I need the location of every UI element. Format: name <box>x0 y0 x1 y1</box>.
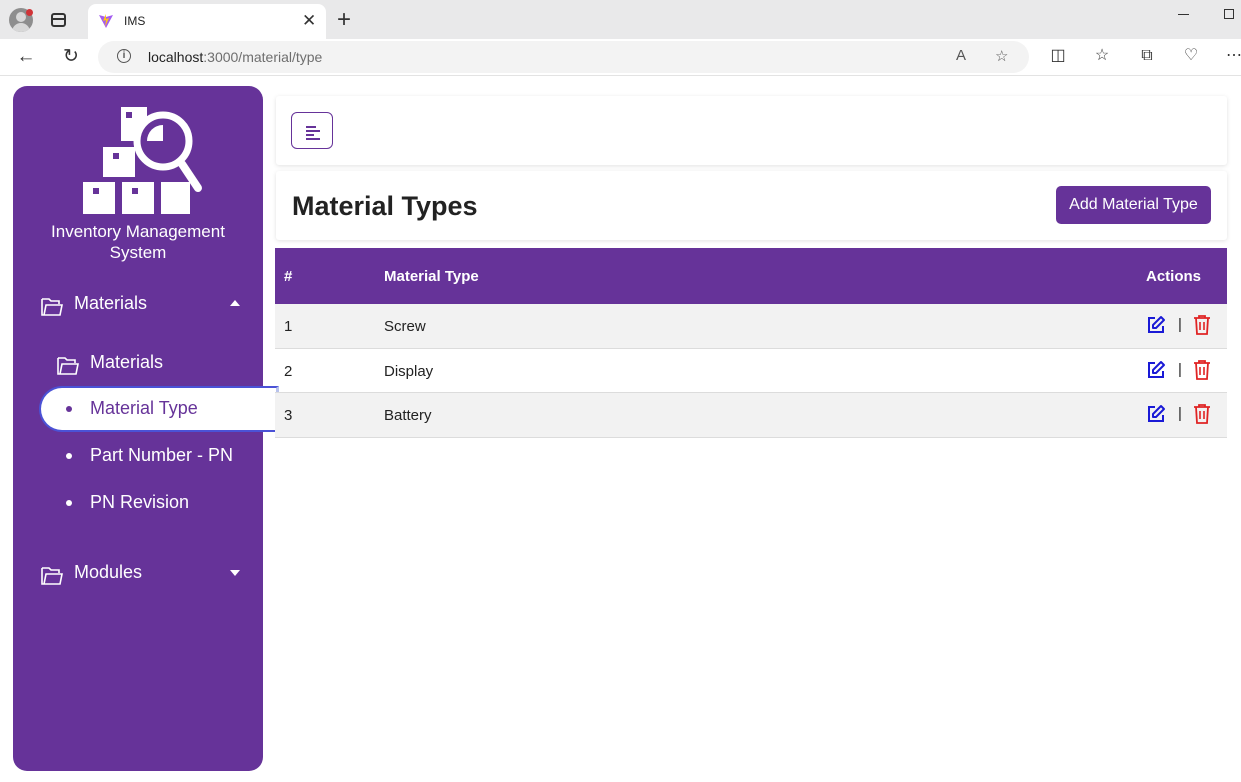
window-maximize-icon[interactable] <box>1224 9 1234 19</box>
new-tab-icon[interactable]: + <box>337 6 351 34</box>
sidebar-toggle-button[interactable] <box>291 112 333 149</box>
favorite-star-icon[interactable]: ☆ <box>995 47 1008 65</box>
table-row: 2 Display | <box>275 349 1227 393</box>
bullet-icon <box>66 500 72 506</box>
folder-icon <box>41 298 63 316</box>
column-header-actions: Actions <box>1146 268 1202 285</box>
folder-icon <box>41 567 63 585</box>
top-bar <box>276 96 1227 165</box>
bullet-icon <box>66 453 72 459</box>
sidebar: Inventory Management System Materials Ma… <box>13 86 279 771</box>
split-screen-icon[interactable]: ◫ <box>1047 45 1069 67</box>
browser-essentials-icon[interactable]: ♡ <box>1180 45 1202 67</box>
more-menu-icon[interactable]: ⋯ <box>1223 45 1241 67</box>
page-title: Material Types <box>292 191 478 221</box>
tab-actions-icon[interactable] <box>51 13 66 27</box>
notification-dot <box>26 9 33 16</box>
delete-icon[interactable] <box>1193 403 1211 425</box>
table-header: # Material Type Actions <box>275 248 1227 304</box>
action-separator: | <box>1178 405 1182 422</box>
table-row: 3 Battery | <box>275 393 1227 438</box>
collapse-caret-icon[interactable] <box>230 300 240 306</box>
column-header-num: # <box>284 268 293 285</box>
tab-close-icon[interactable]: ✕ <box>302 11 316 31</box>
favorites-icon[interactable]: ☆ <box>1091 45 1113 67</box>
action-separator: | <box>1178 360 1182 378</box>
row-material-type: Display <box>384 362 434 380</box>
back-icon[interactable]: ← <box>14 45 38 69</box>
bullet-icon <box>66 406 72 412</box>
tab-title: IMS <box>124 14 146 28</box>
sidebar-item-pn-revision[interactable]: PN Revision <box>39 480 279 526</box>
browser-tab[interactable]: IMS ✕ <box>88 4 326 39</box>
window-minimize-icon[interactable] <box>1178 14 1189 15</box>
collections-icon[interactable]: ⧉ <box>1136 45 1158 67</box>
edit-icon[interactable] <box>1146 360 1166 380</box>
expand-caret-icon[interactable] <box>230 570 240 576</box>
row-material-type: Battery <box>384 407 432 424</box>
edit-icon[interactable] <box>1146 315 1166 335</box>
row-number: 1 <box>284 318 293 335</box>
row-material-type: Screw <box>384 318 426 335</box>
material-types-table: # Material Type Actions 1 Screw | 2 Disp… <box>275 248 1227 438</box>
url-input[interactable]: i localhost:3000/material/type A ☆ <box>98 41 1029 73</box>
action-separator: | <box>1178 316 1182 333</box>
row-number: 2 <box>284 362 293 380</box>
delete-icon[interactable] <box>1193 359 1211 381</box>
delete-icon[interactable] <box>1193 314 1211 336</box>
url-text: localhost:3000/material/type <box>148 49 323 65</box>
read-aloud-icon[interactable]: A <box>956 47 966 64</box>
inventory-logo-icon <box>83 107 202 214</box>
site-info-icon[interactable]: i <box>117 49 131 63</box>
sidebar-item-material-type[interactable]: Material Type <box>39 386 279 432</box>
column-header-material-type: Material Type <box>384 268 479 285</box>
browser-tab-bar: IMS ✕ + <box>0 0 1241 39</box>
vite-favicon-icon <box>99 14 113 28</box>
table-row: 1 Screw | <box>275 304 1227 349</box>
row-number: 3 <box>284 407 293 424</box>
refresh-icon[interactable]: ↻ <box>59 45 83 69</box>
folder-icon <box>57 357 79 375</box>
edit-icon[interactable] <box>1146 404 1166 424</box>
sidebar-item-part-number[interactable]: Part Number - PN <box>39 433 279 479</box>
page-header: Material Types Add Material Type <box>276 171 1227 240</box>
add-material-type-button[interactable]: Add Material Type <box>1056 186 1211 224</box>
app-name: Inventory Management System <box>51 222 225 262</box>
